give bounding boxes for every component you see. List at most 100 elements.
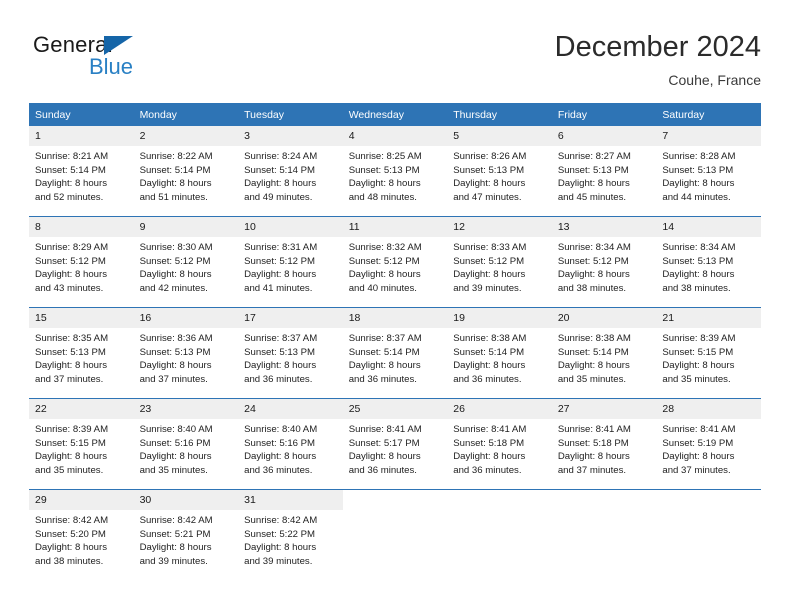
day-cell-inner: 9 Sunrise: 8:30 AM Sunset: 5:12 PM Daylight… [133,217,239,307]
day-cell[interactable]: 2 Sunrise: 8:22 AM Sunset: 5:14 PM Daylight… [133,126,239,217]
sunset-time: Sunset: 5:14 PM [139,164,211,176]
day-details: Sunrise: 8:30 AM Sunset: 5:12 PM Daylight:… [134,237,239,295]
day-cell[interactable]: 24 Sunrise: 8:40 AM Sunset: 5:16 PM Dayligh… [238,398,343,490]
day-details: Sunrise: 8:42 AM Sunset: 5:20 PM Daylight:… [29,510,134,568]
daylight-duration-line1: Daylight: 8 hours [348,269,421,281]
day-cell-inner [552,490,657,580]
daylight-duration-line2: and 51 minutes. [139,191,208,203]
day-cell[interactable]: 11 Sunrise: 8:32 AM Sunset: 5:12 PM Dayligh… [342,216,448,308]
daylight-duration-line2: and 38 minutes. [35,555,104,567]
day-cell-inner: 31 Sunrise: 8:42 AM Sunset: 5:22 PM Dayligh… [238,490,343,580]
day-cell[interactable]: 6 Sunrise: 8:27 AM Sunset: 5:13 PM Daylight… [551,126,657,217]
day-cell[interactable]: 15 Sunrise: 8:35 AM Sunset: 5:13 PM Dayligh… [29,307,134,399]
sunrise-time: Sunrise: 8:33 AM [453,242,527,253]
day-number: 1 [29,126,134,146]
day-number: 18 [342,308,448,328]
location-subtitle: Couhe, France [668,72,761,88]
day-number: 11 [342,217,448,237]
day-number: 27 [551,399,657,419]
day-cell-inner: 5 Sunrise: 8:26 AM Sunset: 5:13 PM Daylight… [447,126,552,216]
sunrise-time: Sunrise: 8:25 AM [348,151,422,162]
daylight-duration-line1: Daylight: 8 hours [348,178,421,190]
daylight-duration-line1: Daylight: 8 hours [453,178,526,190]
day-cell[interactable]: 19 Sunrise: 8:38 AM Sunset: 5:14 PM Dayligh… [447,307,552,399]
calendar-header-row: Sunday Monday Tuesday Wednesday Thursday Frid… [29,103,761,126]
calendar-body: 1 Sunrise: 8:21 AM Sunset: 5:14 PM Daylight… [29,126,761,580]
day-cell[interactable]: 27 Sunrise: 8:41 AM Sunset: 5:18 PM Dayligh… [551,398,657,490]
day-details: Sunrise: 8:29 AM Sunset: 5:12 PM Daylight:… [29,237,134,295]
daylight-duration-line1: Daylight: 8 hours [139,178,212,190]
day-cell-inner: 7 Sunrise: 8:28 AM Sunset: 5:13 PM Daylight… [656,126,761,216]
daylight-duration-line2: and 38 minutes. [557,282,627,294]
daylight-duration-line1: Daylight: 8 hours [662,360,735,372]
day-cell[interactable]: 3 Sunrise: 8:24 AM Sunset: 5:14 PM Daylight… [238,126,343,217]
weekday-header-monday: Monday [133,103,239,126]
day-cell[interactable]: 7 Sunrise: 8:28 AM Sunset: 5:13 PM Daylight… [656,126,761,217]
daylight-duration-line2: and 52 minutes. [35,191,104,203]
day-number: 25 [342,399,448,419]
sunset-time: Sunset: 5:13 PM [139,346,211,358]
daylight-duration-line1: Daylight: 8 hours [557,360,630,372]
day-details: Sunrise: 8:41 AM Sunset: 5:17 PM Daylight:… [343,419,448,477]
day-number: 26 [447,399,552,419]
sunset-time: Sunset: 5:16 PM [244,437,316,449]
sunset-time: Sunset: 5:15 PM [662,346,734,358]
day-cell-inner: 20 Sunrise: 8:38 AM Sunset: 5:14 PM Dayligh… [551,308,657,398]
sunrise-time: Sunrise: 8:37 AM [244,333,318,344]
daylight-duration-line2: and 47 minutes. [453,191,522,203]
day-cell[interactable]: 13 Sunrise: 8:34 AM Sunset: 5:12 PM Dayligh… [551,216,657,308]
day-cell[interactable]: 21 Sunrise: 8:39 AM Sunset: 5:15 PM Dayligh… [656,307,761,399]
day-number: 23 [133,399,239,419]
sunset-time: Sunset: 5:14 PM [453,346,525,358]
day-cell-inner: 16 Sunrise: 8:36 AM Sunset: 5:13 PM Dayligh… [133,308,239,398]
day-number [656,490,761,510]
day-cell[interactable]: 4 Sunrise: 8:25 AM Sunset: 5:13 PM Daylight… [342,126,448,217]
daylight-duration-line1: Daylight: 8 hours [662,269,735,281]
day-cell-inner: 28 Sunrise: 8:41 AM Sunset: 5:19 PM Dayligh… [656,399,761,489]
day-cell[interactable]: 8 Sunrise: 8:29 AM Sunset: 5:12 PM Daylight… [29,216,134,308]
day-cell-empty [342,489,448,580]
day-cell[interactable]: 26 Sunrise: 8:41 AM Sunset: 5:18 PM Dayligh… [447,398,552,490]
day-cell[interactable]: 17 Sunrise: 8:37 AM Sunset: 5:13 PM Dayligh… [238,307,343,399]
day-details: Sunrise: 8:32 AM Sunset: 5:12 PM Daylight:… [343,237,448,295]
day-cell[interactable]: 16 Sunrise: 8:36 AM Sunset: 5:13 PM Dayligh… [133,307,239,399]
daylight-duration-line1: Daylight: 8 hours [557,451,630,463]
daylight-duration-line2: and 35 minutes. [662,373,731,385]
day-cell[interactable]: 18 Sunrise: 8:37 AM Sunset: 5:14 PM Dayligh… [342,307,448,399]
day-cell[interactable]: 22 Sunrise: 8:39 AM Sunset: 5:15 PM Dayligh… [29,398,134,490]
day-cell[interactable]: 5 Sunrise: 8:26 AM Sunset: 5:13 PM Daylight… [447,126,552,217]
day-cell[interactable]: 9 Sunrise: 8:30 AM Sunset: 5:12 PM Daylight… [133,216,239,308]
sunrise-time: Sunrise: 8:41 AM [453,424,527,435]
day-cell-inner: 11 Sunrise: 8:32 AM Sunset: 5:12 PM Dayligh… [342,217,448,307]
sunset-time: Sunset: 5:16 PM [139,437,211,449]
day-number [447,490,552,510]
day-cell[interactable]: 23 Sunrise: 8:40 AM Sunset: 5:16 PM Dayligh… [133,398,239,490]
sunset-time: Sunset: 5:13 PM [348,164,420,176]
day-cell[interactable]: 28 Sunrise: 8:41 AM Sunset: 5:19 PM Dayligh… [656,398,761,490]
daylight-duration-line1: Daylight: 8 hours [35,542,107,554]
daylight-duration-line2: and 42 minutes. [139,282,208,294]
day-cell-empty [551,489,657,580]
sunset-time: Sunset: 5:21 PM [139,528,211,540]
day-cell[interactable]: 30 Sunrise: 8:42 AM Sunset: 5:21 PM Dayligh… [133,489,239,580]
day-number: 30 [133,490,239,510]
general-blue-logo[interactable]: General Blue [33,33,233,83]
day-details: Sunrise: 8:24 AM Sunset: 5:14 PM Daylight:… [238,146,343,204]
sunrise-time: Sunrise: 8:21 AM [35,151,109,162]
day-cell[interactable]: 31 Sunrise: 8:42 AM Sunset: 5:22 PM Dayligh… [238,489,343,580]
day-cell[interactable]: 10 Sunrise: 8:31 AM Sunset: 5:12 PM Dayligh… [238,216,343,308]
day-number: 29 [29,490,134,510]
day-cell[interactable]: 14 Sunrise: 8:34 AM Sunset: 5:13 PM Dayligh… [656,216,761,308]
day-cell[interactable]: 1 Sunrise: 8:21 AM Sunset: 5:14 PM Daylight… [29,126,134,217]
daylight-duration-line2: and 39 minutes. [453,282,522,294]
day-cell[interactable]: 25 Sunrise: 8:41 AM Sunset: 5:17 PM Dayligh… [342,398,448,490]
sunset-time: Sunset: 5:14 PM [244,164,316,176]
day-number: 14 [656,217,761,237]
day-cell-inner [343,490,448,580]
day-number: 10 [238,217,343,237]
day-cell[interactable]: 20 Sunrise: 8:38 AM Sunset: 5:14 PM Dayligh… [551,307,657,399]
day-cell[interactable]: 12 Sunrise: 8:33 AM Sunset: 5:12 PM Dayligh… [447,216,552,308]
day-cell[interactable]: 29 Sunrise: 8:42 AM Sunset: 5:20 PM Dayligh… [29,489,134,580]
weekday-header-thursday: Thursday [447,103,552,126]
sunrise-time: Sunrise: 8:35 AM [35,333,109,344]
